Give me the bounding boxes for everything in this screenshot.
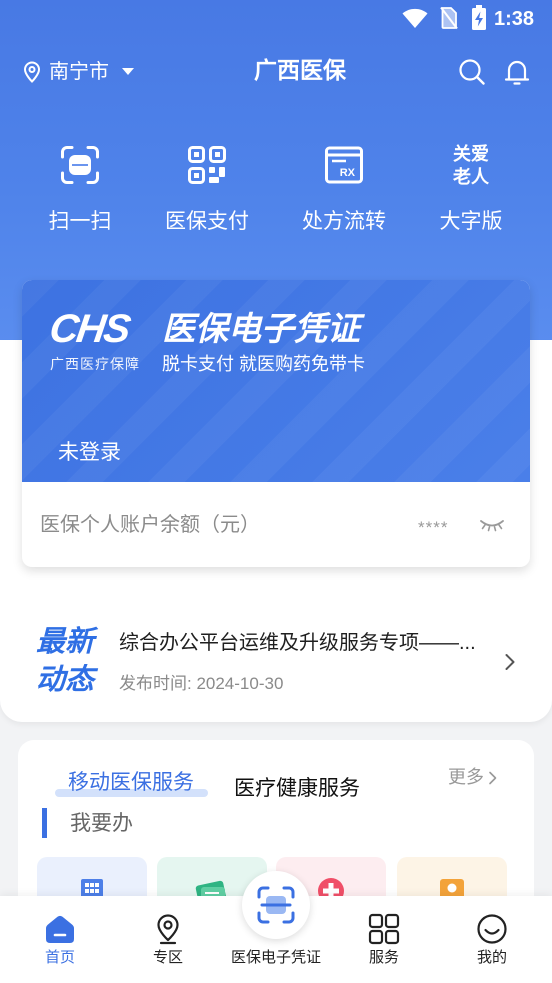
home-screen: 1:38 南宁市 广西医保 扫一扫 医保支付 RX 处方流转 关爱 老人 大字版… [0,0,552,983]
elderly-care-line2: 老人 [453,167,489,187]
smiley-icon[interactable] [476,913,508,945]
page-title: 广西医保 [254,57,346,83]
status-time: 1:38 [494,8,535,30]
section-accent-bar [42,808,47,838]
more-link[interactable]: 更多 [448,767,484,789]
balance-label: 医保个人账户余额（元） [40,514,260,536]
no-sim-icon [440,6,458,30]
location-pin-icon[interactable] [152,913,184,945]
news-badge-line1: 最新 [36,626,95,658]
quick-action-scan[interactable]: 扫一扫 [15,209,145,234]
nav-mine[interactable]: 我的 [442,949,542,967]
prescription-icon-text: RX [340,167,356,179]
section-title: 我要办 [70,812,133,835]
prescription-icon[interactable]: RX [324,145,364,185]
bell-icon[interactable] [504,58,530,86]
battery-charging-icon [471,5,487,31]
chs-logo: CHS [46,307,132,351]
nav-home[interactable]: 首页 [10,949,110,967]
wifi-icon [402,7,428,29]
nav-e-credential[interactable]: 医保电子凭证 [226,949,326,967]
chevron-right-icon[interactable] [504,653,516,671]
elderly-care-line1: 关爱 [453,144,489,164]
city-selector[interactable]: 南宁市 [49,60,109,84]
caret-down-icon[interactable] [122,68,134,76]
news-badge-line2: 动态 [36,664,95,696]
bottom-nav: 首页 专区 医保电子凭证 服务 我的 [0,871,552,983]
home-icon[interactable] [44,913,76,945]
search-icon[interactable] [459,59,485,85]
quick-action-prescription[interactable]: 处方流转 [279,209,409,234]
credential-card[interactable]: CHS 医保电子凭证 广西医疗保障 脱卡支付 就医购药免带卡 未登录 医保个人账… [22,280,530,567]
more-chevron-icon[interactable] [488,771,498,785]
nav-services[interactable]: 服务 [334,949,434,967]
credential-card-org: 广西医疗保障 [50,356,140,372]
scan-icon[interactable] [242,871,310,939]
elderly-care-icon[interactable]: 关爱 老人 [441,143,501,189]
nav-zone[interactable]: 专区 [118,949,218,967]
eye-closed-icon[interactable] [479,517,505,533]
tab-medical-health-services[interactable]: 医疗健康服务 [234,776,360,801]
tab-mobile-insurance-services[interactable]: 移动医保服务 [68,770,194,795]
quick-action-pay[interactable]: 医保支付 [142,209,272,234]
grid-icon[interactable] [368,913,400,945]
login-status[interactable]: 未登录 [58,440,121,465]
scan-icon[interactable] [60,145,100,185]
balance-value: **** [418,518,449,537]
news-badge: 最新 动态 [36,623,94,699]
location-pin-icon[interactable] [23,61,41,83]
credential-card-tagline: 脱卡支付 就医购药免带卡 [162,354,365,374]
qr-code-icon[interactable] [187,145,227,185]
quick-action-large-font[interactable]: 大字版 [406,209,536,234]
credential-card-title: 医保电子凭证 [162,310,360,347]
news-title[interactable]: 综合办公平台运维及升级服务专项——... [119,631,499,655]
news-date: 发布时间: 2024-10-30 [119,674,284,693]
